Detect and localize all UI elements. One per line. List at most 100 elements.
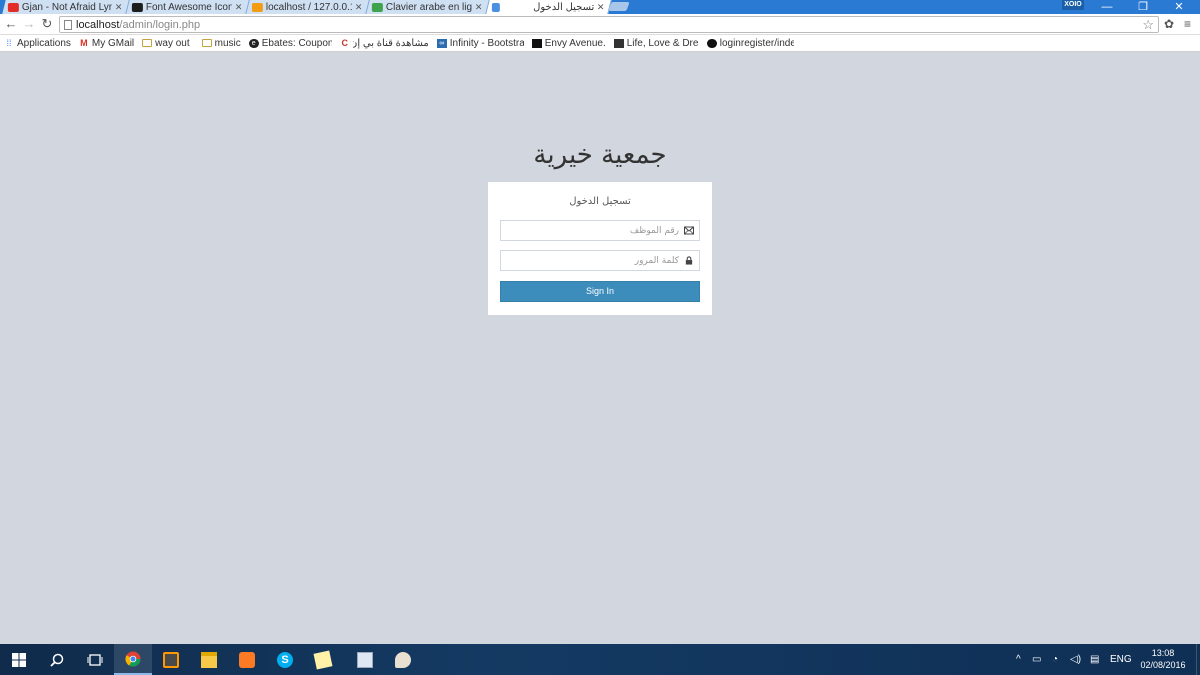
notifications-icon[interactable]: ▤ [1090,654,1099,666]
bookmark-bein[interactable]: C مشاهدة قناة بي إن [340,38,429,49]
login-box: تسجيل الدخول Sign In [488,182,712,315]
paint-icon [395,651,411,668]
page-icon [64,20,72,30]
new-tab-button[interactable] [608,2,630,11]
bookmark-applications[interactable]: ⁞⁞ Applications [4,37,70,49]
tab-phpmyadmin[interactable]: localhost / 127.0.0.1 ✕ [246,0,370,14]
browser-toolbar: ← → ↻ localhost/admin/login.php ☆ ✿ ≡ [0,14,1200,35]
tab-label: تسجيل الدخول [533,1,595,13]
taskbar-sublime[interactable] [152,644,190,675]
profile-badge[interactable]: XOIO [1062,0,1084,10]
taskbar-file-explorer[interactable] [190,644,228,675]
xampp-icon [239,651,255,668]
taskbar-app[interactable] [346,644,384,675]
task-view-button[interactable] [76,644,114,675]
back-arrow-icon[interactable]: ← [4,17,18,31]
taskbar-skype[interactable]: S [266,644,304,675]
start-button[interactable] [0,644,38,675]
folder-icon [201,651,217,668]
forward-arrow-icon[interactable]: → [22,17,36,31]
phpmyadmin-icon [252,2,263,12]
bookmarks-bar: ⁞⁞ Applications M My GMail way out music… [0,35,1200,52]
bookmark-label: loginregister/inde [719,37,794,49]
folder-icon [201,39,212,47]
tab-youtube[interactable]: Gjan - Not Afraid Lyr ✕ [2,0,130,14]
minimize-button[interactable]: — [1092,0,1122,14]
ebates-icon: e [248,38,259,48]
search-icon [50,653,64,667]
clock-time: 13:08 [1151,648,1175,658]
envy-icon [531,38,542,48]
taskbar-paint[interactable] [384,644,422,675]
tab-label: Font Awesome Icons [146,1,233,13]
clavier-icon [372,2,383,12]
tab-label: localhost / 127.0.0.1 [266,1,353,13]
volume-icon[interactable]: ◁) [1070,654,1081,666]
bein-icon: C [341,37,349,48]
chrome-icon [125,651,141,667]
url-host: localhost [76,19,120,31]
url-path: /admin/login.php [119,19,201,31]
tab-clavier-arabe[interactable]: Clavier arabe en ligne ✕ [366,0,490,14]
bookmark-label: Infinity - Bootstra [449,37,524,49]
close-icon[interactable]: ✕ [235,2,243,13]
github-icon [706,38,717,48]
close-window-button[interactable]: ✕ [1164,0,1194,14]
bookmark-label: My GMail [91,37,135,49]
bookmark-way-out[interactable]: way out [142,37,190,49]
bookmark-loginregister[interactable]: loginregister/inde [706,37,794,49]
life-love-icon [613,38,624,48]
bookmark-music[interactable]: music [201,38,241,49]
bookmark-label: مشاهدة قناة بي إن [352,37,429,49]
sticky-notes-icon [313,650,333,669]
bookmark-ebates[interactable]: e Ebates: Coupons [248,38,332,49]
apps-grid-icon: ⁞⁞ [6,37,12,48]
site-logo[interactable]: جمعية خيرية [400,140,800,170]
show-desktop-button[interactable] [1196,644,1200,675]
password-group [500,250,700,271]
bookmark-envy-avenue[interactable]: Envy Avenue. [531,37,606,49]
star-bookmark-icon[interactable]: ☆ [1142,17,1154,32]
tab-label: Clavier arabe en ligne [386,1,473,13]
menu-icon[interactable]: ≡ [1184,17,1191,31]
address-bar[interactable]: localhost/admin/login.php ☆ [59,16,1159,33]
url-text[interactable]: localhost/admin/login.php [76,18,200,32]
windows-logo-icon [12,652,26,667]
bookmark-gmail[interactable]: M My GMail [79,38,134,49]
bookmark-label: way out [155,37,190,49]
bookmark-label: Envy Avenue. [544,37,606,49]
close-icon[interactable]: ✕ [597,2,605,13]
close-icon[interactable]: ✕ [475,2,483,13]
lock-icon [685,256,693,265]
window-app-icon [357,651,373,668]
password-input[interactable] [501,251,683,270]
close-icon[interactable]: ✕ [355,2,363,13]
infinity-icon: ∞ [436,38,447,48]
tab-strip: Gjan - Not Afraid Lyr ✕ Font Awesome Ico… [0,0,1200,14]
language-indicator[interactable]: ENG [1110,654,1132,666]
bookmark-life-love[interactable]: Life, Love & Drea [613,37,699,49]
reload-icon[interactable]: ↻ [40,17,54,31]
chevron-up-icon[interactable]: ^ [1016,654,1021,666]
taskbar-notes[interactable] [304,644,342,675]
tab-font-awesome[interactable]: Font Awesome Icons ✕ [126,0,250,14]
restore-button[interactable]: ❐ [1128,0,1158,14]
bookmark-label: Life, Love & Drea [626,37,699,49]
envelope-icon [684,226,694,235]
bookmark-infinity[interactable]: ∞ Infinity - Bootstra [436,37,524,49]
sign-in-button[interactable]: Sign In [500,281,700,302]
taskbar-chrome[interactable] [114,644,152,675]
close-icon[interactable]: ✕ [115,2,123,13]
login-box-message: تسجيل الدخول [569,196,631,207]
system-clock[interactable]: 13:08 02/08/2016 [1135,647,1191,671]
youtube-icon [8,2,19,12]
battery-icon[interactable]: ▭ [1032,654,1041,666]
tab-login-active[interactable]: تسجيل الدخول ✕ [486,0,612,14]
employee-id-input[interactable] [501,221,683,240]
extension-icon[interactable]: ✿ [1164,17,1174,31]
font-awesome-icon [132,2,143,12]
taskbar-xampp[interactable] [228,644,266,675]
clock-date: 02/08/2016 [1140,660,1186,670]
search-button[interactable] [38,644,76,675]
wifi-icon[interactable]: ◔ [1052,654,1058,666]
